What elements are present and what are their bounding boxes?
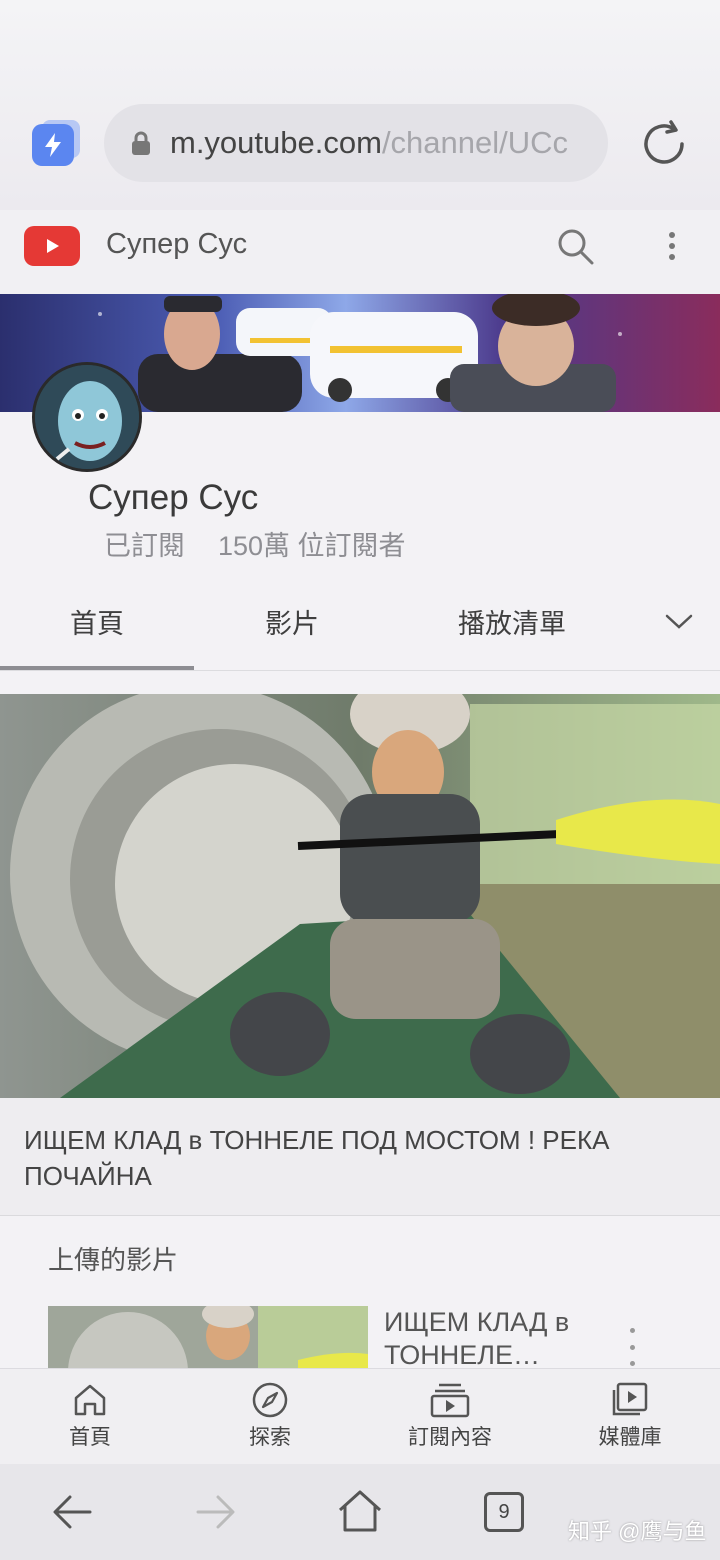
header-title: Супер Сус (106, 228, 248, 260)
youtube-logo-icon[interactable] (24, 226, 80, 266)
uploads-heading[interactable]: 上傳的影片 (48, 1240, 178, 1277)
home-icon (74, 1384, 106, 1416)
youtube-header: Супер Сус (0, 210, 720, 294)
url-text: m.youtube.com/channel/UCc (170, 125, 568, 161)
nav-home-label: 首頁 (69, 1426, 111, 1449)
chevron-down-icon[interactable] (662, 608, 696, 634)
forward-arrow-icon[interactable] (190, 1486, 242, 1538)
bottom-navigation: 首頁 探索 訂閱內容 媒體庫 (0, 1368, 720, 1464)
browser-toolbar: m.youtube.com/channel/UCc (0, 0, 720, 210)
tabs-count-button[interactable]: 9 (484, 1492, 524, 1532)
address-bar[interactable]: m.youtube.com/channel/UCc (104, 104, 608, 182)
nav-explore-label: 探索 (249, 1426, 291, 1449)
nav-library[interactable]: 媒體庫 (565, 1381, 695, 1451)
library-icon (612, 1382, 648, 1416)
video-options-icon[interactable] (624, 1328, 640, 1366)
nav-subscriptions-label: 訂閱內容 (408, 1426, 492, 1449)
featured-video-info[interactable]: ИЩЕМ КЛАД в ТОННЕЛЕ ПОД МОСТОМ ! РЕКА ПО… (0, 1098, 720, 1216)
nav-subscriptions[interactable]: 訂閱內容 (385, 1381, 515, 1451)
subscriptions-icon (430, 1383, 470, 1418)
lock-icon (132, 131, 150, 155)
nav-library-label: 媒體庫 (598, 1426, 662, 1449)
featured-video-title[interactable]: ИЩЕМ КЛАД в ТОННЕЛЕ ПОД МОСТОМ ! РЕКА ПО… (24, 1122, 684, 1194)
lightning-icon[interactable] (32, 124, 74, 166)
upload-video-title[interactable]: ИЩЕМ КЛАД в ТОННЕЛЕ… (384, 1306, 584, 1368)
channel-name: Супер Сус (88, 478, 259, 517)
more-options-icon[interactable] (652, 224, 692, 268)
tabs-divider (0, 670, 720, 671)
subscriber-count: 150萬 位訂閱者 (218, 531, 406, 561)
featured-video-thumbnail[interactable] (0, 694, 720, 1098)
reload-icon[interactable] (638, 118, 690, 170)
subscription-status[interactable]: 已訂閱 (104, 524, 185, 563)
watermark: 知乎 @鹰与鱼 (568, 1519, 707, 1544)
tab-playlists[interactable]: 播放清單 (458, 602, 566, 641)
home-page-icon[interactable] (334, 1486, 386, 1538)
nav-home[interactable]: 首頁 (25, 1381, 155, 1451)
channel-tabs: 首頁 影片 播放清單 (0, 580, 720, 672)
url-host: m.youtube.com (170, 125, 382, 160)
upload-video-thumbnail[interactable] (48, 1306, 368, 1368)
nav-explore[interactable]: 探索 (205, 1381, 335, 1451)
tab-videos[interactable]: 影片 (265, 602, 319, 641)
back-arrow-icon[interactable] (46, 1486, 98, 1538)
tab-home[interactable]: 首頁 (70, 602, 124, 641)
url-path: /channel/UCc (381, 125, 569, 160)
search-icon[interactable] (555, 226, 595, 266)
compass-icon (252, 1382, 288, 1418)
channel-avatar[interactable] (32, 362, 142, 472)
